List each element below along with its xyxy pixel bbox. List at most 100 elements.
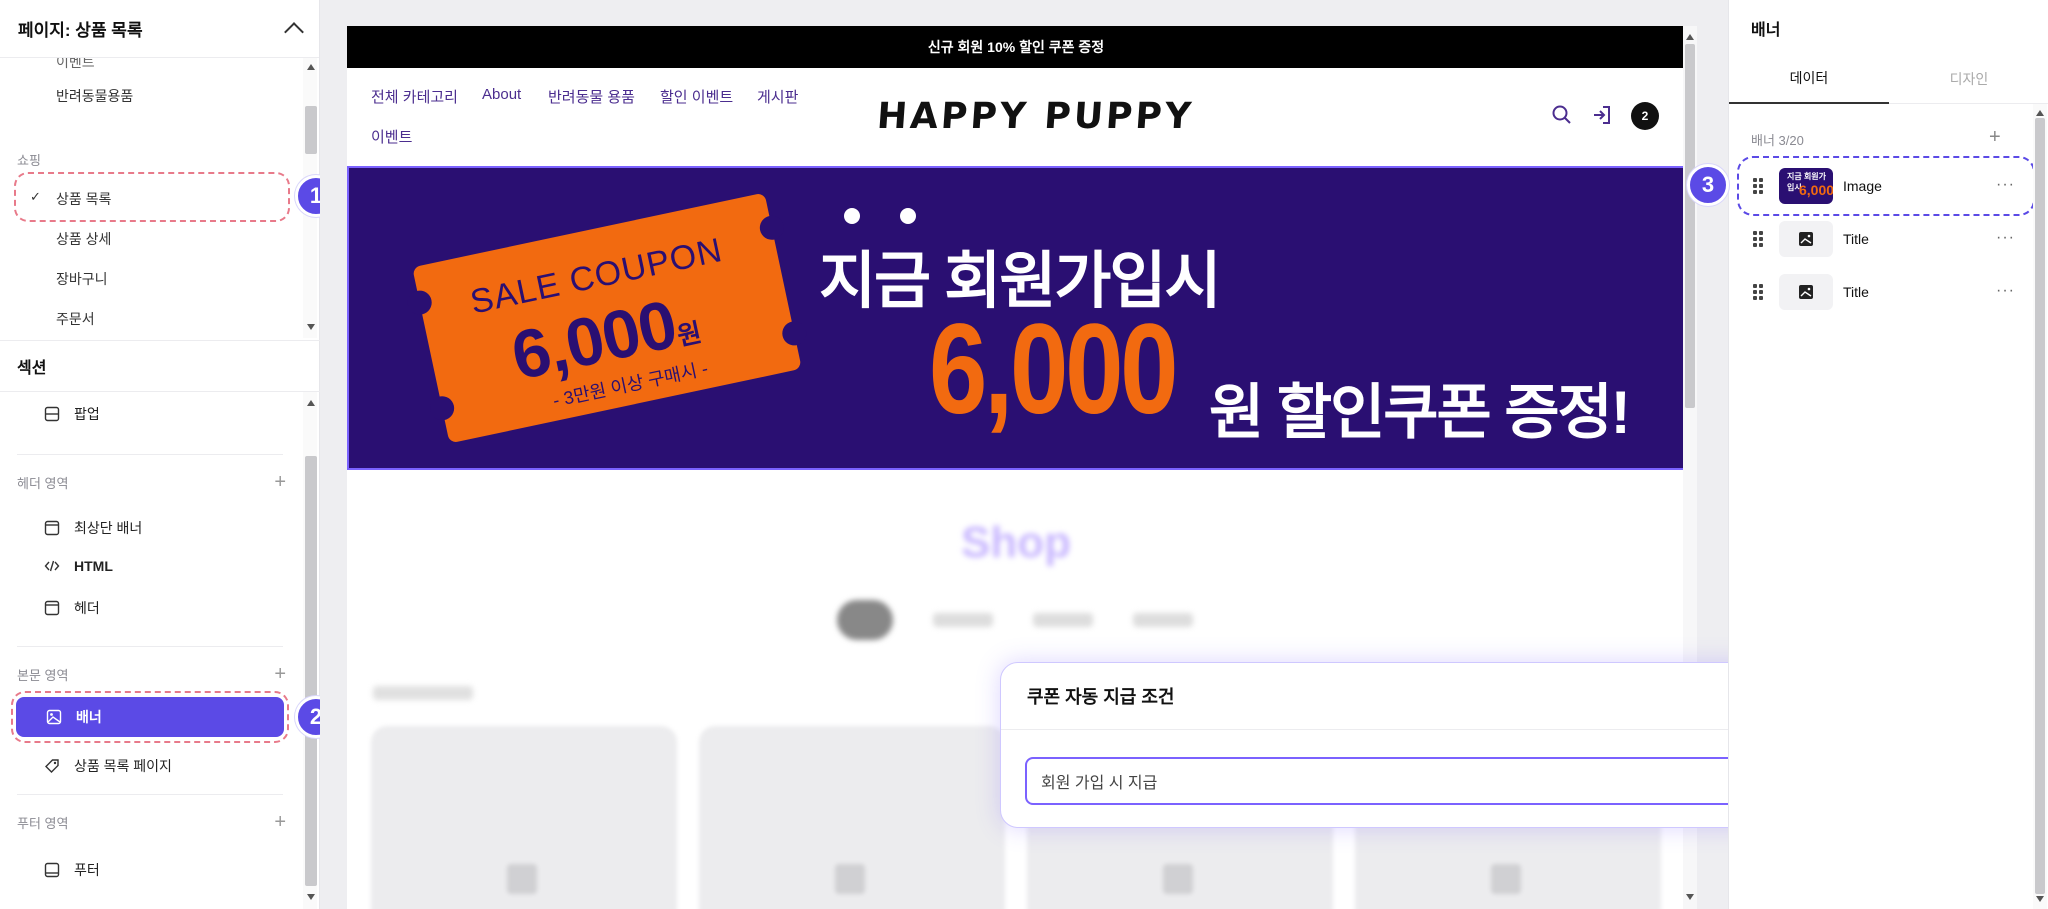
login-icon[interactable] (1591, 104, 1613, 126)
category-pill[interactable] (837, 600, 893, 640)
top-announcement-banner[interactable]: 신규 회원 10% 할인 쿠폰 증정 (347, 26, 1685, 68)
drag-handle-icon[interactable] (1753, 178, 1763, 194)
section-item-top-banner[interactable]: 최상단 배너 (44, 518, 142, 538)
page-item-event[interactable]: 이벤트 (56, 58, 95, 72)
add-header-section-plus-icon[interactable]: + (274, 472, 286, 492)
scroll-down-arrow-icon[interactable] (307, 894, 315, 900)
banner-count: 배너 3/20 (1751, 133, 1804, 148)
product-card[interactable] (371, 726, 677, 909)
right-panel-scrollbar[interactable] (2033, 104, 2047, 909)
section-item-product-list-page[interactable]: 상품 목록 페이지 (44, 756, 172, 776)
category-pill[interactable] (1033, 613, 1093, 627)
nav-link-discount-event[interactable]: 할인 이벤트 (660, 86, 733, 107)
nav-link-pet-supplies[interactable]: 반려동물 용품 (548, 86, 635, 107)
add-body-section-plus-icon[interactable]: + (274, 664, 286, 684)
scroll-up-arrow-icon[interactable] (1686, 34, 1694, 40)
more-options-icon[interactable]: ··· (1996, 176, 2015, 194)
nav-link-all-categories[interactable]: 전체 카테고리 (371, 86, 458, 107)
section-item-label: 헤더 (74, 600, 100, 616)
page-item-product-list[interactable]: 상품 목록 (56, 189, 111, 209)
scroll-up-arrow-icon[interactable] (307, 400, 315, 406)
dot (844, 208, 860, 224)
nav-link-about[interactable]: About (482, 86, 521, 103)
section-item-html[interactable]: HTML (44, 558, 113, 574)
code-icon (44, 560, 60, 572)
section-item-header[interactable]: 헤더 (44, 598, 100, 618)
body-area-label: 본문 영역 (17, 667, 69, 683)
section-item-banner[interactable]: 배너 (16, 697, 284, 737)
section-list-scrollbar[interactable] (303, 392, 317, 909)
step-badge-3: 3 (1687, 164, 1729, 206)
scroll-up-arrow-icon[interactable] (2036, 110, 2044, 116)
section-item-label: 배너 (76, 709, 102, 725)
section-item-popup[interactable]: 팝업 (44, 404, 100, 424)
banner-rest-text: 원 할인쿠폰 증정! (1209, 379, 1631, 446)
banner-item[interactable]: Title ··· (1743, 272, 2023, 312)
nav-link-event[interactable]: 이벤트 (371, 126, 412, 147)
footer-layout-icon (44, 862, 60, 878)
add-footer-section-plus-icon[interactable]: + (274, 812, 286, 832)
banner-item[interactable]: 지금 회원가입시 6,000 Image ··· (1743, 166, 2023, 206)
product-count-placeholder (373, 686, 473, 700)
category-pills (837, 600, 1193, 640)
header-area-group: 헤더 영역 + (17, 472, 286, 492)
scroll-up-arrow-icon[interactable] (307, 64, 315, 70)
thumbnail-amount: 6,000 (1799, 182, 1833, 198)
page-item-pet-supplies[interactable]: 반려동물용품 (56, 86, 133, 106)
dot (900, 208, 916, 224)
coupon-notch (427, 394, 457, 423)
scrollbar-thumb[interactable] (305, 456, 317, 886)
more-options-icon[interactable]: ··· (1996, 229, 2015, 247)
page-selector-header[interactable]: 페이지: 상품 목록 (0, 0, 319, 58)
page-item-cart[interactable]: 장바구니 (56, 269, 108, 289)
search-icon[interactable] (1551, 104, 1573, 126)
page-list: 이벤트 반려동물용품 쇼핑 ✓ 상품 목록 상품 상세 장바구니 주문서 (0, 58, 320, 338)
check-icon: ✓ (30, 189, 41, 204)
tab-design[interactable]: 디자인 (1889, 54, 2048, 104)
preview-canvas: 신규 회원 10% 할인 쿠폰 증정 전체 카테고리 About 반려동물 용품… (320, 0, 1728, 909)
section-item-label: 최상단 배너 (74, 520, 143, 536)
banner-image[interactable]: SALE COUPON 6,000원 - 3만원 이상 구매시 - 지금 회원가… (347, 166, 1685, 470)
coupon-notch (780, 319, 809, 348)
scroll-down-arrow-icon[interactable] (1686, 894, 1694, 900)
coupon-condition-popup: 쿠폰 자동 지급 조건 회원 가입 시 지급 (1000, 662, 1728, 828)
popup-icon (44, 406, 60, 422)
scrollbar-thumb[interactable] (305, 106, 317, 154)
section-item-label: 상품 목록 페이지 (74, 758, 172, 774)
drag-handle-icon[interactable] (1753, 284, 1763, 300)
section-header: 섹션 (0, 340, 320, 392)
page-item-product-detail[interactable]: 상품 상세 (56, 229, 111, 249)
image-icon (1799, 285, 1813, 299)
banner-item[interactable]: Title ··· (1743, 219, 2023, 259)
more-options-icon[interactable]: ··· (1996, 282, 2015, 300)
chevron-up-icon[interactable] (284, 21, 304, 42)
product-card[interactable] (699, 726, 1005, 909)
nav-link-board[interactable]: 게시판 (757, 86, 798, 107)
coupon-condition-select[interactable]: 회원 가입 시 지급 (1025, 757, 1728, 805)
banner-item-name: Title (1843, 231, 1869, 247)
footer-area-group: 푸터 영역 + (17, 812, 286, 832)
image-placeholder (1779, 274, 1833, 310)
right-panel: 배너 데이터 디자인 배너 3/20 + 지금 회원가입시 6,000 Imag… (1728, 0, 2048, 909)
coupon-unit: 원 (674, 317, 704, 352)
divider (1001, 729, 1728, 730)
category-pill[interactable] (1133, 613, 1193, 627)
category-pill[interactable] (933, 613, 993, 627)
cart-count-badge[interactable]: 2 (1631, 102, 1659, 130)
drag-handle-icon[interactable] (1753, 231, 1763, 247)
scroll-down-arrow-icon[interactable] (2036, 896, 2044, 902)
coupon-notch (757, 213, 787, 242)
add-banner-plus-icon[interactable]: + (1989, 126, 2001, 149)
layout-icon (44, 520, 60, 536)
section-item-footer[interactable]: 푸터 (44, 860, 100, 880)
image-placeholder-icon (507, 864, 537, 894)
page-item-order[interactable]: 주문서 (56, 309, 95, 329)
banner-amount: 6,000 (929, 298, 1179, 441)
scrollbar-thumb[interactable] (2035, 118, 2045, 894)
site-logo[interactable]: HAPPY PUPPY (876, 96, 1196, 137)
tab-data[interactable]: 데이터 (1729, 54, 1889, 104)
shop-title: Shop (961, 518, 1071, 567)
scrollbar-thumb[interactable] (1685, 44, 1695, 408)
scroll-down-arrow-icon[interactable] (307, 324, 315, 330)
layout-icon (44, 600, 60, 616)
